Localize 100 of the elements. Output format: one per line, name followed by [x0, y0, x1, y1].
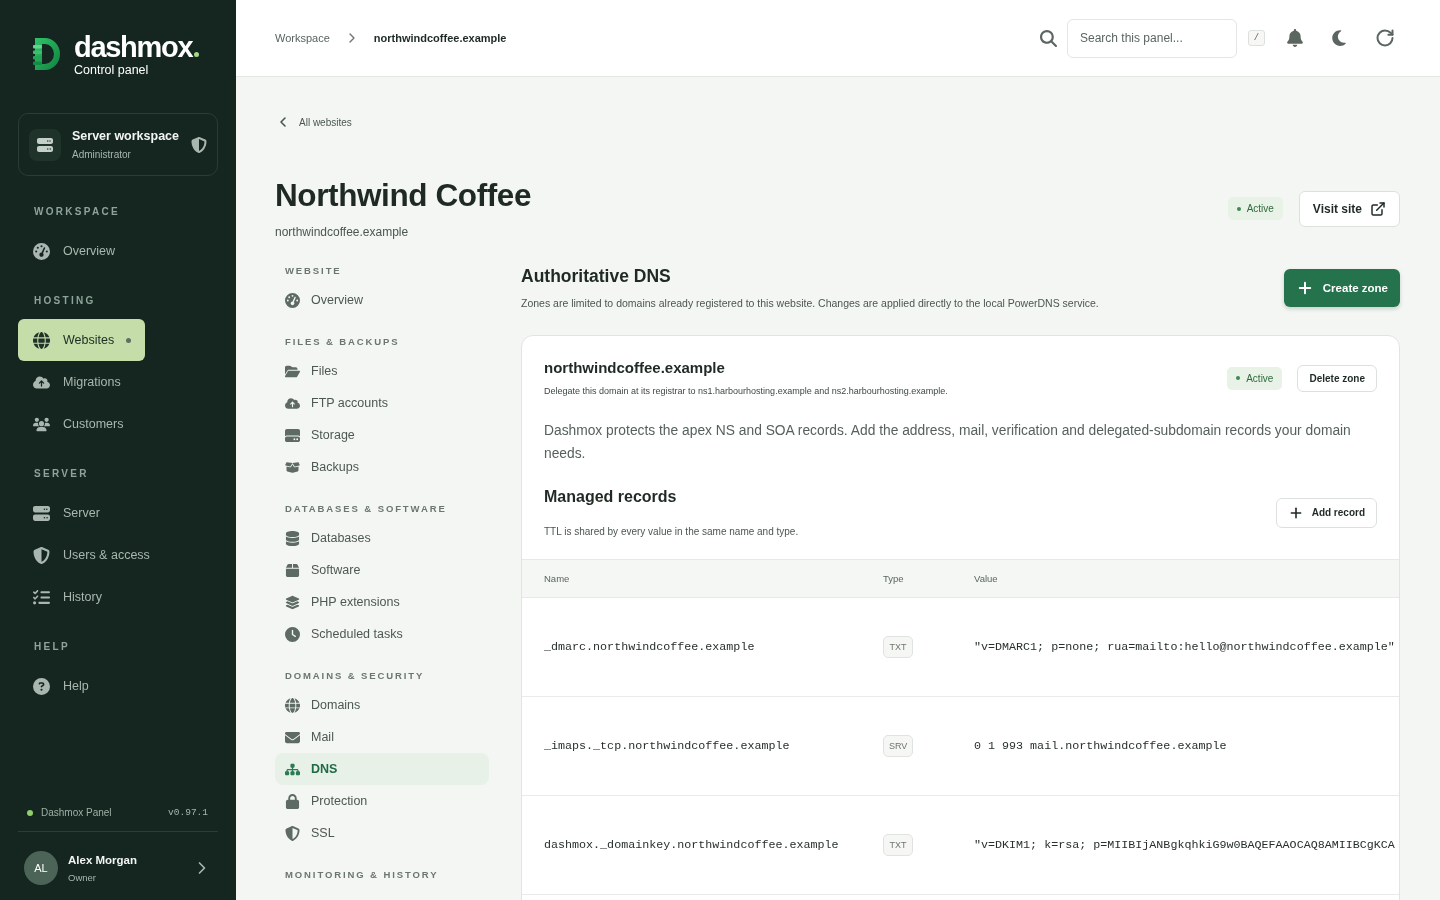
nav-section-label: WORKSPACE: [33, 205, 121, 219]
breadcrumb-link[interactable]: northwindcoffee.example: [373, 32, 507, 44]
subnav-item[interactable]: PHP extensions: [275, 586, 489, 618]
page-title: Northwind Coffee: [275, 177, 532, 213]
record-type-tag: SRV: [883, 735, 914, 757]
sidebar-item[interactable]: Overview: [18, 230, 130, 272]
records-hint: TTL is shared by every value in the same name and type.: [544, 525, 799, 539]
nav-section-label: HELP: [33, 640, 70, 654]
cloud-upload-icon: [285, 395, 300, 411]
subnav-item[interactable]: Files: [275, 355, 489, 387]
subnav-item[interactable]: Overview: [275, 284, 489, 316]
breadcrumb-link[interactable]: Workspace: [275, 32, 330, 44]
server-icon: [33, 504, 50, 522]
hard-drive-icon: [285, 427, 300, 443]
panel-status-label: Dashmox Panel: [41, 807, 112, 818]
brand-dot-icon: [194, 52, 200, 57]
sidebar-item[interactable]: Migrations: [18, 361, 135, 403]
subnav-section-label: DATABASES & SOFTWARE: [284, 502, 447, 516]
status-dot-icon: [1236, 206, 1241, 211]
shield-icon: [285, 825, 300, 841]
record-value: 0 1 993 mail.northwindcoffee.example: [974, 739, 1227, 753]
record-value: "v=DMARC1; p=none; rua=mailto:hello@northwindcoffee.example": [974, 640, 1395, 654]
lock-icon: [285, 793, 300, 809]
sidebar-item[interactable]: Server: [18, 492, 114, 534]
subnav-section-label: DOMAINS & SECURITY: [284, 669, 425, 683]
zone-note: Dashmox protects the apex NS and SOA records. Add the address, mail, verification and delegated-subdomain records your domain needs.: [544, 422, 1352, 463]
back-link[interactable]: All websites: [275, 114, 352, 130]
record-type-tag: TXT: [883, 636, 913, 658]
subnav-item[interactable]: Storage: [275, 419, 489, 451]
help-icon: [33, 677, 50, 695]
user-role: Owner: [68, 871, 97, 883]
record-name: _imaps._tcp.northwindcoffee.example: [544, 739, 790, 753]
gauge-icon: [285, 292, 300, 308]
refresh-icon[interactable]: [1375, 28, 1395, 48]
shield-icon: [191, 136, 207, 153]
subnav-item[interactable]: SSL: [275, 817, 489, 849]
bell-icon[interactable]: [1286, 29, 1304, 47]
subnav-item[interactable]: Domains: [275, 689, 489, 721]
clock-icon: [285, 626, 300, 642]
sidebar-item[interactable]: Websites: [18, 319, 146, 361]
zone-name: northwindcoffee.example: [544, 358, 726, 378]
create-zone-button[interactable]: Create zone: [1283, 269, 1400, 307]
subnav-section-label: WEBSITE: [284, 264, 342, 278]
column-header: Value: [974, 573, 998, 584]
workspace-card[interactable]: Server workspace Administrator: [18, 113, 218, 176]
gauge-icon: [33, 242, 50, 260]
brand-tagline: Control panel: [74, 62, 150, 78]
subnav-item[interactable]: Scheduled tasks: [275, 618, 489, 650]
box-icon: [285, 459, 300, 475]
column-header: Name: [544, 573, 570, 584]
records-title: Managed records: [544, 487, 678, 507]
network-icon: [285, 761, 300, 777]
subnav-section-label: FILES & BACKUPS: [284, 335, 400, 349]
status-badge: Active: [1227, 197, 1283, 220]
nav-section-label: HOSTING: [33, 294, 96, 308]
workspace-title: Server workspace: [72, 129, 179, 143]
page-domain: northwindcoffee.example: [275, 224, 410, 240]
status-dot-icon: [1236, 376, 1241, 380]
visit-site-button[interactable]: Visit site: [1298, 190, 1400, 227]
column-header: Type: [883, 573, 904, 584]
subnav-item[interactable]: DNS: [275, 753, 489, 785]
section-title: Authoritative DNS: [521, 265, 672, 288]
external-link-icon: [1370, 200, 1386, 217]
globe-icon: [285, 697, 300, 713]
server-icon: [29, 128, 61, 161]
subnav-item[interactable]: Protection: [275, 785, 489, 817]
nav-section-label: SERVER: [33, 467, 89, 481]
globe-icon: [33, 331, 50, 349]
subnav-item[interactable]: Software: [275, 554, 489, 586]
moon-icon[interactable]: [1330, 29, 1348, 47]
shield-icon: [33, 546, 50, 564]
section-description: Zones are limited to domains already registered to this website. Changes are applied directly to the local PowerDNS service.: [521, 296, 1099, 311]
sidebar-item[interactable]: History: [18, 576, 116, 618]
version-label: v0.97.1: [168, 807, 208, 818]
checklist-icon: [33, 588, 50, 606]
brand-name: dashmox: [74, 32, 193, 62]
sidebar-item[interactable]: Help: [18, 665, 103, 707]
record-type-tag: TXT: [883, 834, 913, 856]
active-dot-icon: [126, 337, 132, 343]
subnav-section-label: MONITORING & HISTORY: [284, 868, 439, 882]
record-value: "v=DKIM1; k=rsa; p=MIIBIjANBgkqhkiG9w0BAQEFAAOCAQ8AMIIBCgKCA: [974, 838, 1395, 852]
delete-zone-button[interactable]: Delete zone: [1297, 364, 1377, 392]
record-name: _dmarc.northwindcoffee.example: [544, 640, 755, 654]
add-record-button[interactable]: Add record: [1275, 497, 1377, 528]
subnav-item[interactable]: Backups: [275, 451, 489, 483]
sidebar-item[interactable]: Customers: [18, 403, 138, 445]
search-icon[interactable]: [1040, 29, 1057, 47]
subnav-item[interactable]: Mail: [275, 721, 489, 753]
sidebar-item[interactable]: Users & access: [18, 534, 164, 576]
user-name: Alex Morgan: [68, 853, 137, 866]
logo-icon: [33, 38, 60, 70]
record-name: dashmox._domainkey.northwindcoffee.example: [544, 838, 839, 852]
layers-icon: [285, 594, 300, 610]
subnav-item[interactable]: Databases: [275, 522, 489, 554]
workspace-role: Administrator: [72, 149, 132, 160]
database-icon: [285, 530, 300, 546]
search-field[interactable]: Search this panel...: [1067, 18, 1237, 58]
delegation-note: Delegate this domain at its registrar to ns1.harbourhosting.example and ns2.harbourhosting.example.: [544, 385, 948, 398]
folder-icon: [285, 363, 300, 379]
subnav-item[interactable]: FTP accounts: [275, 387, 489, 419]
